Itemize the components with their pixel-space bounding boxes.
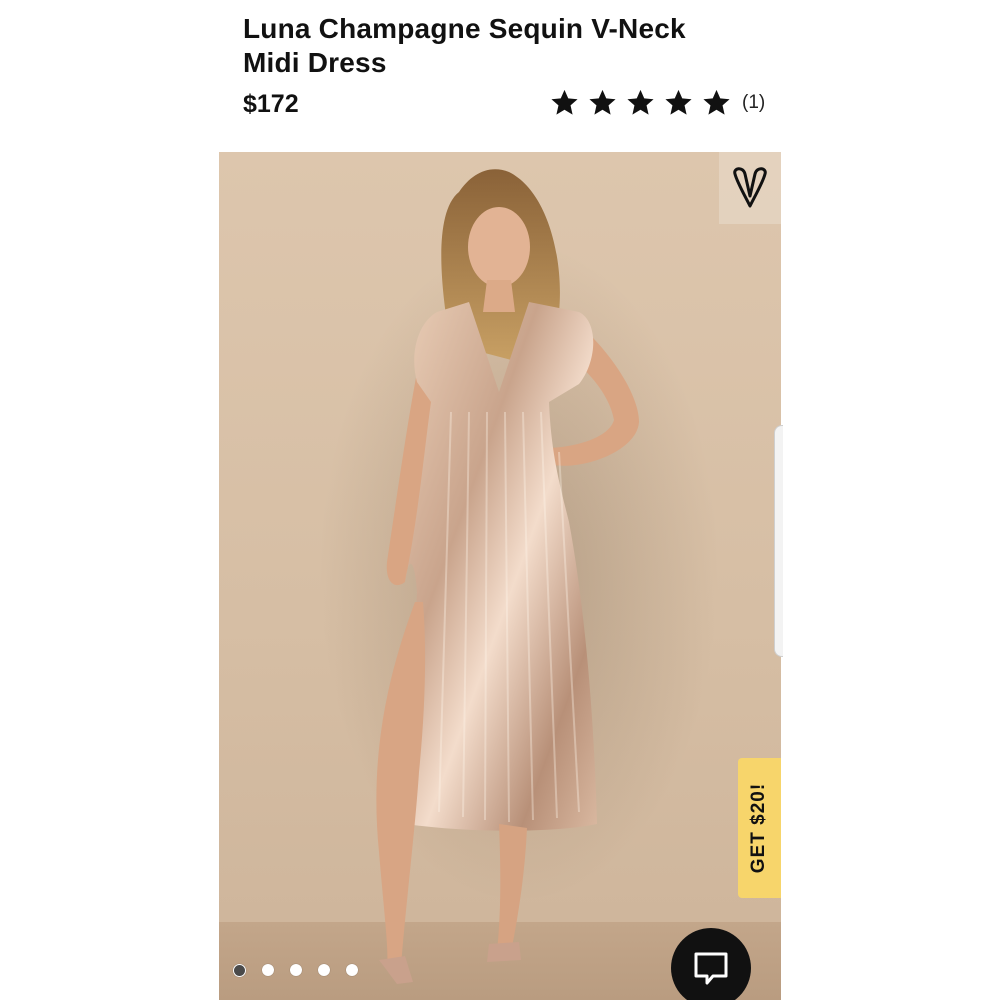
star-icon — [703, 89, 730, 115]
product-image-gallery[interactable] — [219, 152, 781, 1000]
star-icon — [665, 89, 692, 115]
star-icon — [627, 89, 654, 115]
star-icon — [589, 89, 616, 115]
heart-v-icon — [733, 167, 767, 208]
gallery-dot[interactable] — [262, 964, 274, 976]
product-title-line-1: Luna Champagne Sequin V-Neck — [243, 13, 686, 44]
gallery-dot[interactable] — [318, 964, 330, 976]
get-20-promo-tab[interactable]: GET $20! — [738, 758, 781, 898]
product-price: $172 — [243, 90, 299, 118]
promo-label: GET $20! — [748, 782, 770, 874]
gallery-dot[interactable] — [346, 964, 358, 976]
wishlist-button[interactable] — [719, 152, 781, 224]
gallery-dot[interactable] — [290, 964, 302, 976]
chat-bubble-icon — [694, 952, 728, 985]
product-page: Luna Champagne Sequin V-Neck Midi Dress … — [0, 0, 1000, 1000]
star-icon — [551, 89, 578, 115]
chat-button[interactable] — [671, 928, 751, 1000]
scroll-edge-handle[interactable] — [774, 425, 783, 657]
review-count[interactable]: (1) — [742, 92, 765, 114]
product-title-line-2: Midi Dress — [243, 47, 387, 78]
star-rating[interactable]: (1) — [550, 88, 765, 117]
product-photo — [319, 169, 719, 984]
gallery-dot[interactable] — [233, 964, 246, 977]
gallery-pagination — [233, 964, 358, 977]
product-title: Luna Champagne Sequin V-Neck Midi Dress — [243, 12, 763, 80]
